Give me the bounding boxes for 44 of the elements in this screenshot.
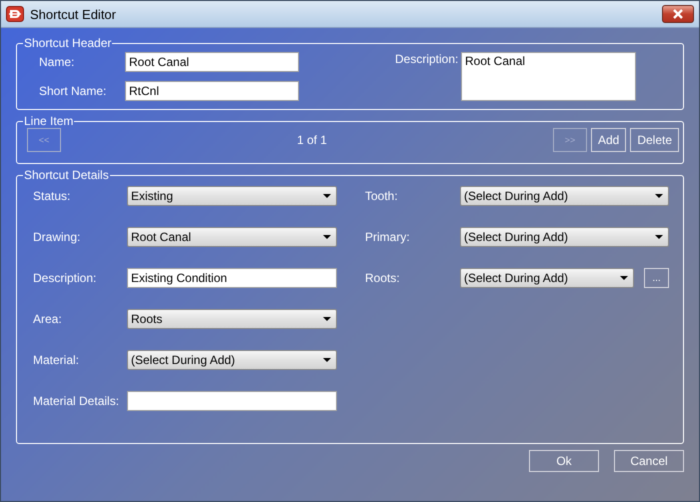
field-label: Tooth: [365,189,399,203]
group-title: Shortcut Header [23,36,112,50]
name-field[interactable]: Root Canal [125,52,299,72]
short-name-field[interactable]: RtCnl [125,81,299,101]
dropdown[interactable]: (Select During Add) [460,268,634,288]
field-label: Material Details: [33,394,120,408]
field-label: Name: [38,55,76,69]
text-field[interactable]: Existing Condition [127,268,337,288]
close-icon [672,9,684,19]
dropdown[interactable]: (Select During Add) [460,227,669,247]
browse-button[interactable]: ... [644,268,669,288]
group-title: Line Item [23,114,74,128]
field-label: Status: [33,189,72,203]
dialog-button[interactable]: Cancel [614,450,684,472]
dropdown[interactable]: Roots [127,309,337,329]
caret-icon [323,358,331,362]
dialog-button[interactable]: Ok [529,450,599,472]
action-button[interactable]: Delete [630,128,679,152]
position-text: 1 of 1 [296,133,328,147]
caret-icon [655,235,663,239]
field-label: Material: [33,353,80,367]
field-label: Drawing: [33,230,82,244]
group-title: Shortcut Details [23,168,110,182]
caret-icon [323,317,331,321]
text-field[interactable] [127,391,337,411]
close-button[interactable] [662,5,694,23]
dropdown[interactable]: Root Canal [127,227,337,247]
action-button[interactable]: Add [590,128,626,152]
caret-icon [323,235,331,239]
field-label: Roots: [365,271,401,285]
field-label: Description: [395,52,455,66]
field-label: Area: [33,312,63,326]
caret-icon [323,194,331,198]
field-label: Primary: [365,230,411,244]
caret-icon [655,194,663,198]
dropdown[interactable]: (Select During Add) [127,350,337,370]
field-label: Short Name: [38,84,108,98]
window-title: Shortcut Editor [30,6,117,22]
app-logo-icon [6,6,24,22]
description-field[interactable]: Root Canal [461,52,636,101]
dropdown[interactable]: (Select During Add) [460,186,669,206]
dropdown[interactable]: Existing [127,186,337,206]
caret-icon [620,276,628,280]
field-label: Description: [33,271,98,285]
